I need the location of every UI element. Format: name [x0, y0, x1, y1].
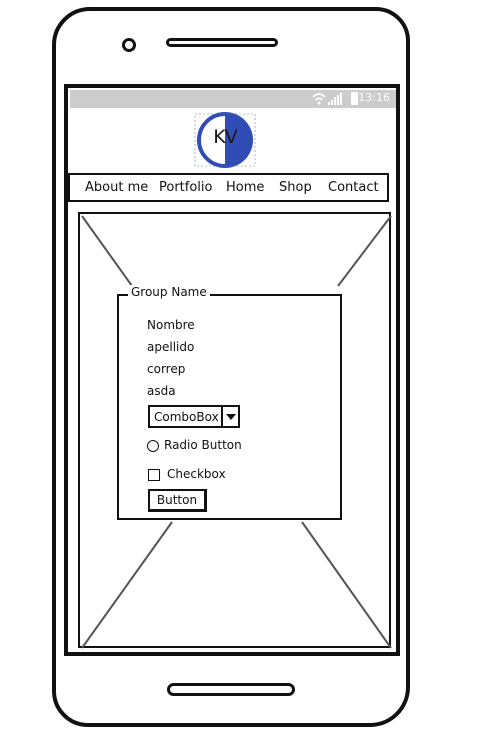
nav-bar: About me Portfolio Home Shop Contact [68, 173, 389, 202]
checkbox-label: Checkbox [167, 467, 226, 481]
field-apellido: apellido [147, 340, 195, 354]
checkbox[interactable] [148, 469, 160, 481]
home-button[interactable] [167, 683, 295, 696]
signal-icon [328, 93, 342, 105]
chevron-down-icon[interactable] [221, 407, 238, 426]
field-asda: asda [147, 384, 176, 398]
nav-item-portfolio[interactable]: Portfolio [159, 180, 212, 195]
status-time: 13:16 [358, 91, 390, 104]
radio-label: Radio Button [164, 438, 242, 452]
field-nombre: Nombre [147, 318, 195, 332]
nav-item-home[interactable]: Home [226, 180, 264, 195]
status-bar: 13:16 [70, 90, 396, 108]
combobox-value: ComboBox [154, 410, 219, 424]
nav-item-contact[interactable]: Contact [328, 180, 379, 195]
nav-item-about[interactable]: About me [85, 180, 148, 195]
camera-icon [122, 38, 136, 52]
combobox[interactable]: ComboBox [148, 405, 240, 428]
wifi-icon [312, 93, 326, 105]
logo-text: KV [213, 126, 237, 148]
kv-photography-logo[interactable]: KV [193, 112, 257, 168]
battery-icon [351, 92, 358, 105]
submit-button[interactable]: Button [148, 489, 207, 512]
radio-button[interactable] [147, 440, 159, 452]
speaker-slot [166, 38, 278, 47]
group-title: Group Name [128, 285, 210, 299]
field-correo: correp [147, 362, 186, 376]
nav-item-shop[interactable]: Shop [279, 180, 312, 195]
